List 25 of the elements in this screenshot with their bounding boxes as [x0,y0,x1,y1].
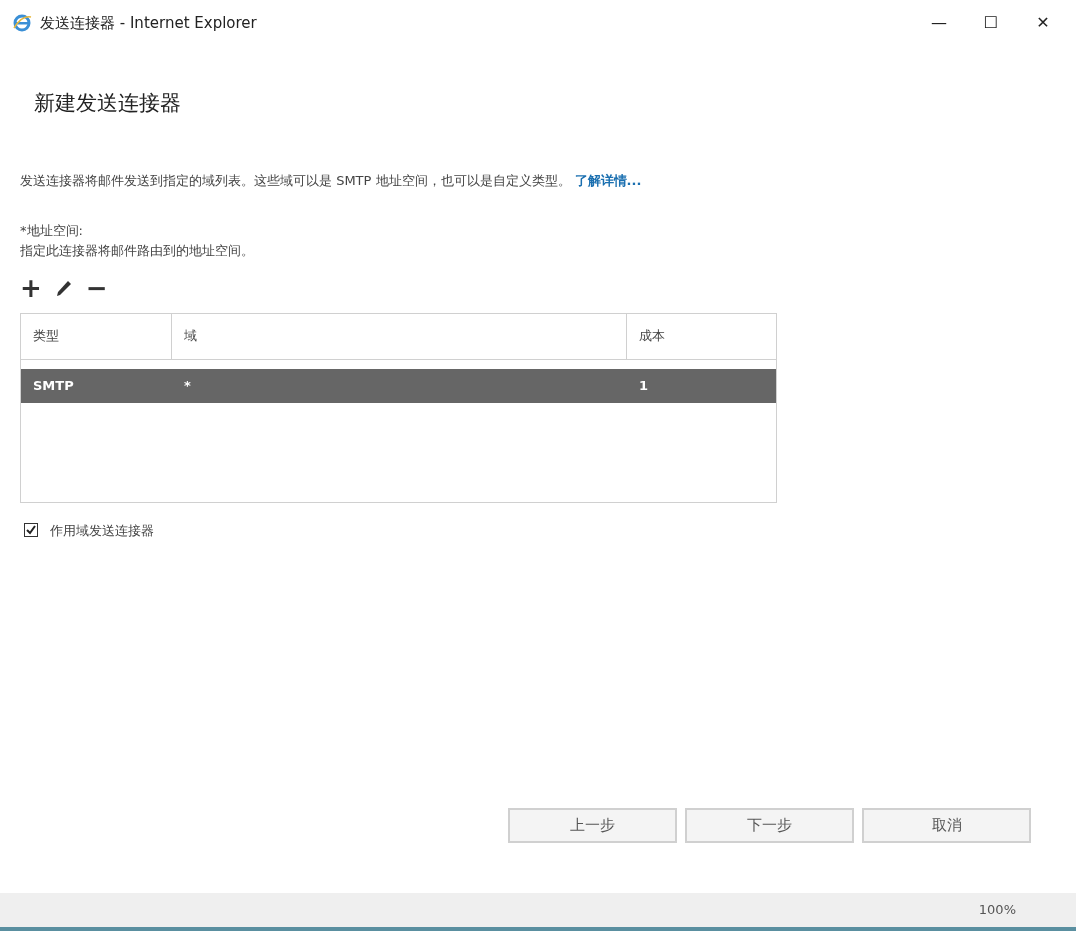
wizard-button[interactable]: 下一步 [685,808,854,843]
remove-button[interactable]: − [85,274,108,301]
column-header[interactable]: 成本 [627,313,776,359]
table-cell-text: 1 [638,376,650,395]
checkbox-label: 作用域发送连接器 [50,521,154,540]
minimize-button[interactable]: — [926,10,952,36]
checkbox[interactable] [24,523,38,538]
close-button[interactable]: ✕ [1030,10,1056,36]
description-text: 发送连接器将邮件发送到指定的域列表。这些域可以是 SMTP 地址空间，也可以是自定义类型。 了解详情... [20,171,643,190]
column-header[interactable]: 域 [172,313,627,359]
window-title: 发送连接器 - Internet Explorer [40,12,257,34]
table-cell-text: SMTP [32,376,75,395]
add-button[interactable]: + [20,274,42,301]
learn-more-link[interactable]: 了解详情... [574,172,642,188]
table-cell-text: * [183,376,192,395]
maximize-button[interactable]: ☐ [978,10,1004,36]
wizard-button[interactable]: 取消 [862,808,1031,843]
field-label: *地址空间: [20,221,84,240]
browser-logo-icon [12,13,32,33]
zoom-level[interactable]: 100% [978,900,1016,920]
column-header[interactable]: 类型 [21,313,172,359]
page-heading: 新建发送连接器 [34,90,182,117]
wizard-button[interactable]: 上一步 [508,808,677,843]
table-row[interactable]: SMTP * 1 [21,368,776,403]
field-hint: 指定此连接器将邮件路由到的地址空间。 [20,241,255,260]
